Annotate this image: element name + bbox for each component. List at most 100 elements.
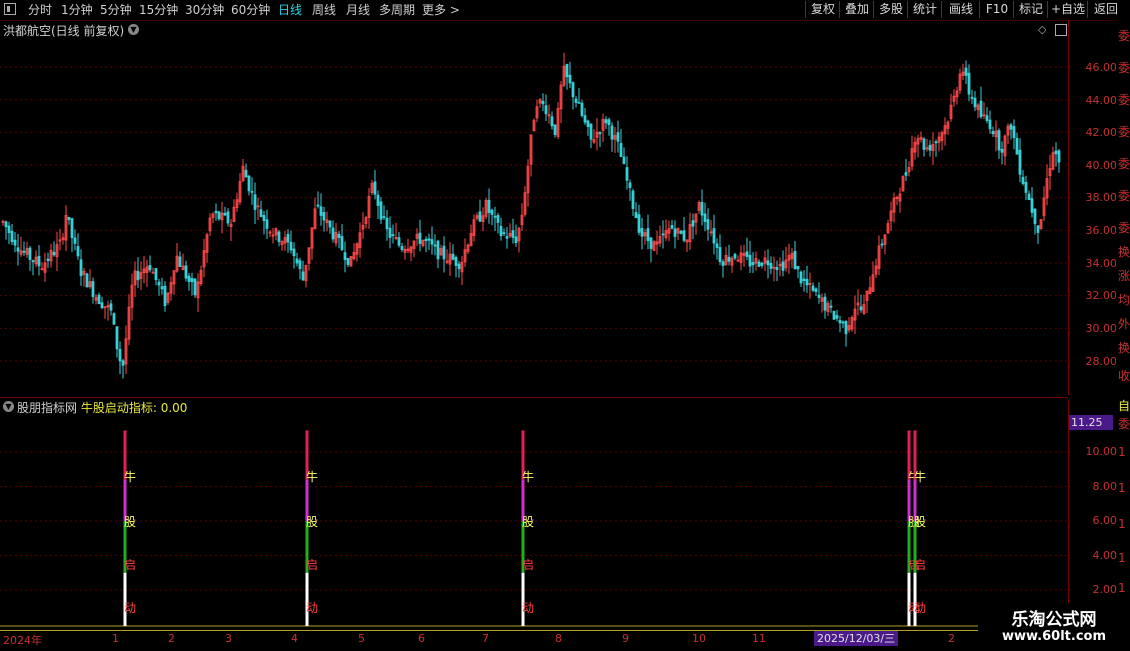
candle-body bbox=[193, 278, 197, 296]
candle-body bbox=[1015, 137, 1019, 155]
chevron-down-icon[interactable]: ▼ bbox=[128, 24, 139, 35]
signal-label: 牛 bbox=[124, 469, 136, 484]
candle-body bbox=[424, 238, 428, 241]
candle-body bbox=[331, 227, 335, 240]
time-label: 2 bbox=[948, 632, 955, 645]
candle-body bbox=[991, 131, 995, 135]
candle-body bbox=[682, 230, 686, 241]
time-label: 9 bbox=[622, 632, 629, 645]
indicator-header: 股朋指标网 牛股启动指标: 0.00 bbox=[17, 399, 187, 416]
candle-body bbox=[922, 138, 926, 150]
candle-body bbox=[13, 239, 17, 246]
candle-body bbox=[118, 348, 122, 362]
candle-body bbox=[841, 321, 845, 324]
candle-body bbox=[631, 190, 635, 209]
signal-label: 动 bbox=[306, 601, 318, 615]
candle-body bbox=[859, 306, 863, 311]
candle-body bbox=[973, 97, 977, 108]
indicator-source[interactable]: 股朋指标网 bbox=[17, 401, 77, 415]
signal-label: 启 bbox=[124, 558, 136, 572]
side-label: 1 bbox=[1118, 581, 1126, 595]
watermark-title: 乐淘公式网 bbox=[1011, 610, 1097, 630]
candle-body bbox=[751, 262, 755, 266]
back-button[interactable]: 返回 bbox=[1087, 1, 1124, 18]
candle-body bbox=[7, 225, 11, 233]
candle-body bbox=[430, 239, 434, 245]
candle-body bbox=[607, 119, 611, 126]
signal-label: 动 bbox=[914, 601, 926, 615]
side-label: 委 bbox=[1118, 157, 1130, 171]
candle-body bbox=[442, 245, 446, 260]
price-tick: 40.00 bbox=[1085, 159, 1118, 172]
candle-body bbox=[31, 260, 35, 263]
candle-body bbox=[337, 233, 341, 238]
candle-body bbox=[964, 67, 968, 76]
candle-body bbox=[838, 319, 842, 324]
candle-body bbox=[673, 228, 677, 237]
candle-body bbox=[487, 199, 491, 213]
candle-body bbox=[760, 262, 764, 266]
watermark-url: www.60lt.com bbox=[1001, 629, 1107, 644]
candle-body bbox=[640, 228, 644, 237]
candle-body bbox=[616, 132, 620, 142]
candle-body bbox=[100, 302, 104, 309]
candle-body bbox=[97, 294, 101, 305]
candle-body bbox=[634, 212, 638, 219]
candle-body bbox=[715, 243, 719, 248]
candle-body bbox=[997, 130, 1001, 151]
candle-body bbox=[619, 143, 623, 158]
candle-body bbox=[454, 256, 458, 266]
candle-body bbox=[829, 305, 833, 308]
candle-body bbox=[427, 238, 431, 241]
candle-body bbox=[67, 216, 71, 220]
signal-label: 启 bbox=[522, 558, 534, 572]
candle-body bbox=[457, 263, 461, 270]
time-label: 2024年 bbox=[3, 634, 42, 647]
kline-chart[interactable]: 牛股启动牛股启动牛股启动牛股启动牛股启动 bbox=[0, 0, 1068, 650]
price-tick: 28.00 bbox=[1085, 355, 1118, 368]
candle-body bbox=[190, 277, 194, 283]
candle-body bbox=[928, 144, 932, 151]
candle-body bbox=[748, 254, 752, 267]
time-label: 11 bbox=[752, 632, 766, 645]
candle-body bbox=[37, 255, 41, 267]
candle-body bbox=[400, 246, 404, 250]
indicator-axis: 10.00 8.00 6.00 4.00 2.00 bbox=[1068, 400, 1117, 630]
candle-body bbox=[544, 105, 548, 115]
price-tick: 38.00 bbox=[1085, 191, 1118, 204]
price-tick: 30.00 bbox=[1085, 322, 1118, 335]
candle-body bbox=[1024, 181, 1028, 193]
candle-body bbox=[46, 258, 50, 261]
diamond-icon[interactable]: ◇ bbox=[1038, 23, 1046, 36]
candle-body bbox=[226, 211, 230, 224]
stock-title: 洪都航空(日线 前复权) bbox=[3, 24, 125, 38]
signal-label: 牛 bbox=[522, 469, 534, 484]
side-label: 委 bbox=[1118, 125, 1130, 139]
price-tick: 36.00 bbox=[1085, 224, 1118, 237]
candle-body bbox=[622, 156, 626, 164]
candle-body bbox=[295, 258, 299, 264]
candle-body bbox=[628, 182, 632, 188]
signal-label: 动 bbox=[124, 601, 136, 615]
candle-body bbox=[250, 190, 254, 193]
candle-body bbox=[184, 265, 188, 279]
candle-body bbox=[502, 232, 506, 235]
candle-body bbox=[781, 261, 785, 271]
candle-body bbox=[70, 218, 74, 239]
candle-body bbox=[1018, 149, 1022, 175]
candle-body bbox=[700, 202, 704, 216]
side-label: 1 bbox=[1118, 551, 1126, 565]
candle-body bbox=[745, 251, 749, 257]
candle-body bbox=[802, 278, 806, 282]
candle-body bbox=[319, 206, 323, 216]
candle-body bbox=[985, 115, 989, 121]
candle-body bbox=[493, 215, 497, 218]
candle-body bbox=[160, 286, 164, 290]
candle-body bbox=[553, 124, 557, 135]
time-label: 7 bbox=[482, 632, 489, 645]
chevron-down-icon[interactable]: ▼ bbox=[3, 401, 14, 412]
indicator-tick: 8.00 bbox=[1092, 480, 1118, 493]
candle-body bbox=[970, 96, 974, 99]
panel-toggle-icon[interactable] bbox=[1055, 24, 1067, 36]
candle-body bbox=[625, 167, 629, 181]
